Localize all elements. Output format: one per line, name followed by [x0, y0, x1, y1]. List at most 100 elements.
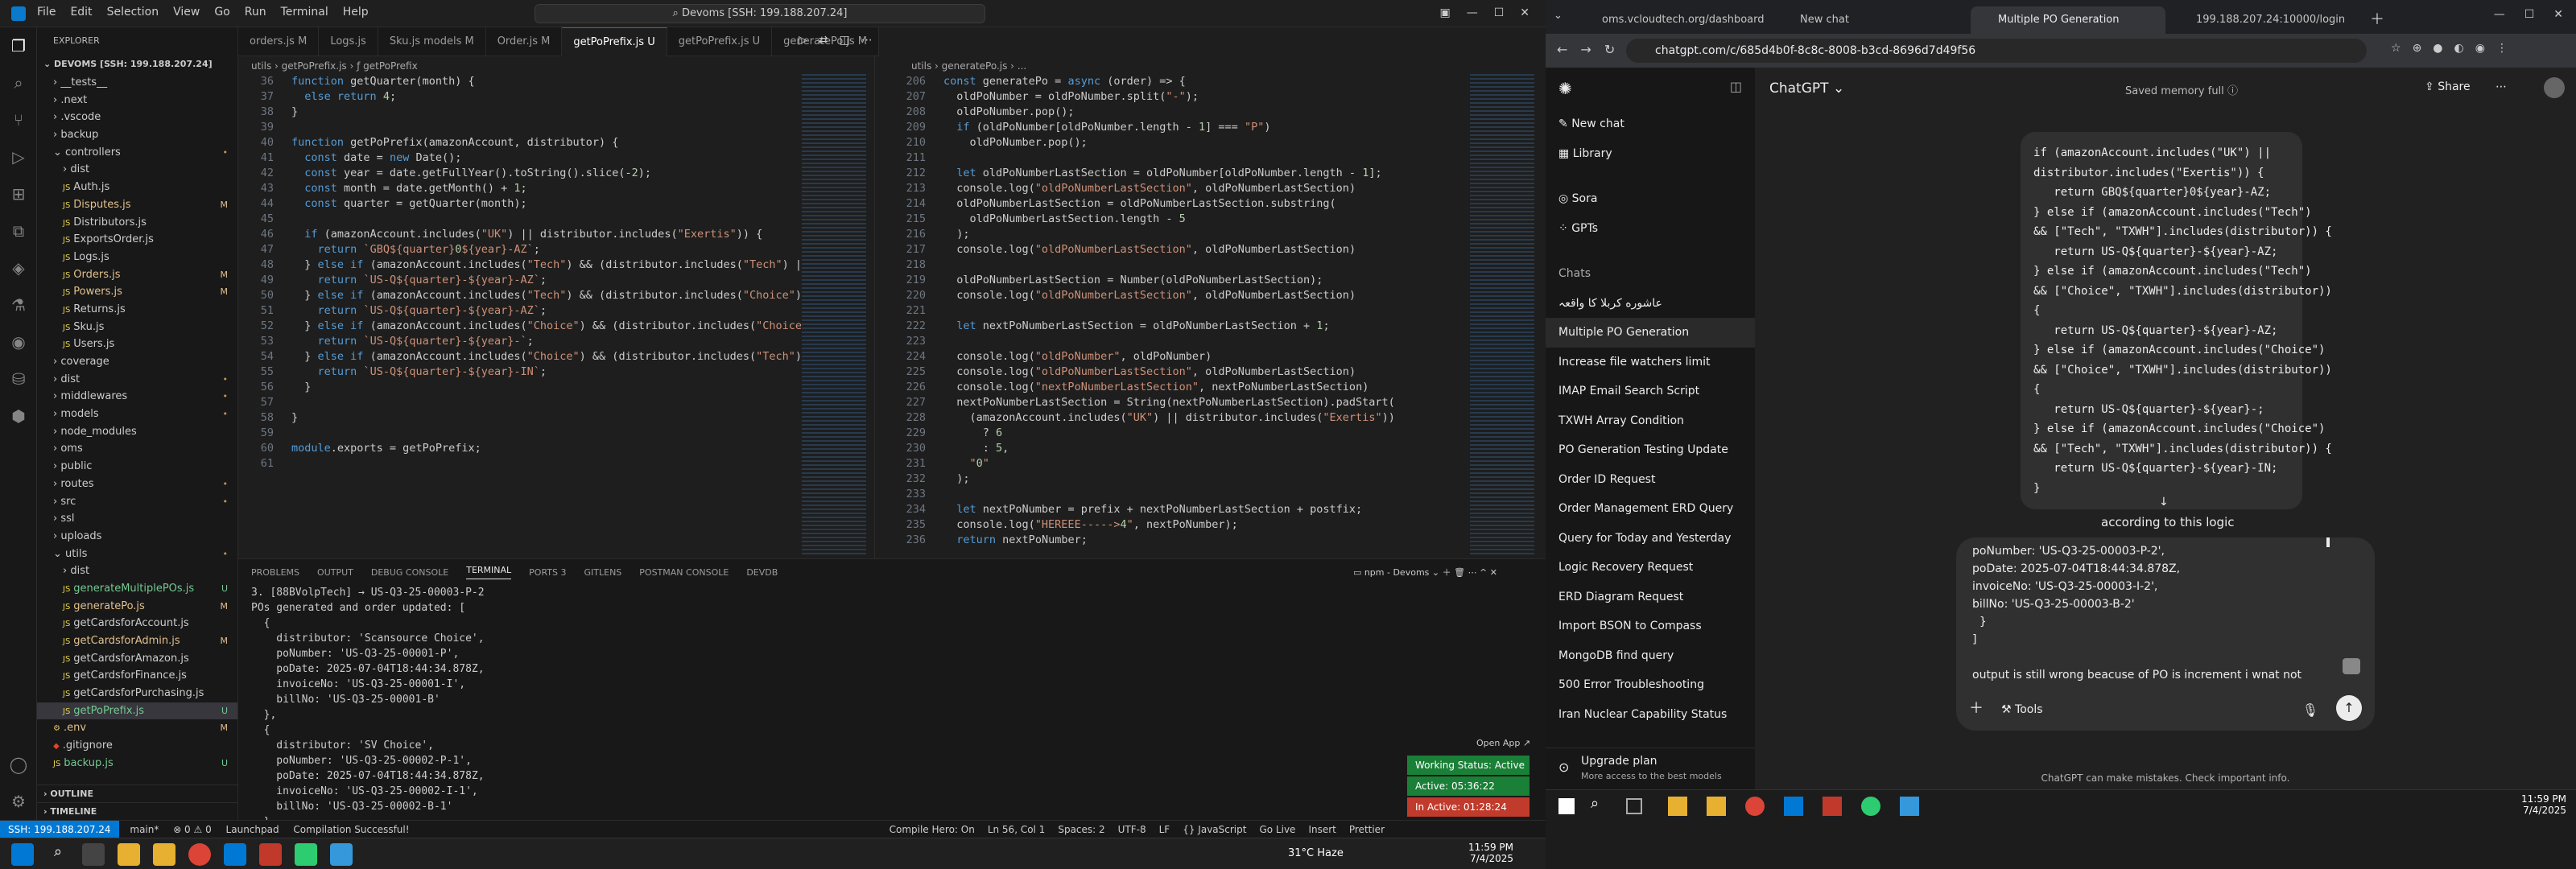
- extension-icon[interactable]: ◐: [2454, 42, 2464, 55]
- chat-history-item[interactable]: Query for Today and Yesterday: [1546, 524, 1755, 554]
- sora-button[interactable]: ◎ Sora: [1546, 184, 1755, 214]
- upgrade-plan-button[interactable]: ⊙ Upgrade plan More access to the best m…: [1546, 748, 1755, 789]
- task-view-icon[interactable]: [1626, 798, 1642, 814]
- menu-item-file[interactable]: File: [37, 6, 56, 19]
- status-item[interactable]: Ln 56, Col 1: [988, 821, 1046, 838]
- editor-tab[interactable]: orders.js M: [238, 27, 320, 56]
- terminal-output[interactable]: 3. [88BVolpTech] → US-Q3-25-00003-P-2 POs…: [238, 585, 1546, 830]
- chat-history-item[interactable]: Increase file watchers limit: [1546, 348, 1755, 377]
- avatar[interactable]: [2544, 77, 2565, 98]
- search-icon[interactable]: ⌕: [47, 843, 69, 866]
- menu-item-run[interactable]: Run: [245, 6, 266, 19]
- status-item[interactable]: Spaces: 2: [1058, 821, 1104, 838]
- new-chat-button[interactable]: ✎ New chat: [1546, 109, 1755, 139]
- file-item[interactable]: JS getCardsforPurchasing.js: [37, 685, 237, 702]
- chat-history-item[interactable]: Iran Nuclear Capability Status: [1546, 700, 1755, 730]
- menu-icon[interactable]: ⋮: [2496, 42, 2508, 55]
- extensions-icon[interactable]: ⊞: [0, 175, 37, 212]
- send-button[interactable]: ↑: [2336, 695, 2362, 721]
- file-item[interactable]: JS ExportsOrder.js: [37, 231, 237, 249]
- bookmark-star-icon[interactable]: ☆: [2391, 42, 2401, 55]
- file-item[interactable]: ⚙ .env M: [37, 719, 237, 737]
- file-item[interactable]: JS Powers.js M: [37, 283, 237, 301]
- gpts-button[interactable]: ⁘ GPTs: [1546, 214, 1755, 244]
- vscode-taskbar-icon[interactable]: [1784, 797, 1803, 816]
- git-branch[interactable]: main*: [130, 824, 159, 835]
- menu-item-help[interactable]: Help: [343, 6, 369, 19]
- folder-item[interactable]: › .next: [37, 92, 237, 109]
- launchpad[interactable]: Launchpad: [226, 824, 279, 835]
- extension-icon[interactable]: ●: [2433, 42, 2442, 55]
- folder-item[interactable]: › uploads: [37, 528, 237, 546]
- menu-item-view[interactable]: View: [173, 6, 200, 19]
- editor-split-divider[interactable]: [874, 56, 875, 558]
- file-item[interactable]: JS Disputes.js M: [37, 196, 237, 214]
- outline-section[interactable]: › OUTLINE: [37, 785, 238, 802]
- chat-history-item[interactable]: Multiple PO Generation: [1546, 318, 1755, 348]
- docker-icon[interactable]: ⬢: [0, 397, 37, 434]
- file-item[interactable]: JS getCardsforAdmin.js M: [37, 632, 237, 650]
- model-selector[interactable]: ChatGPT ⌄: [1769, 80, 1844, 97]
- file-item[interactable]: JS getPoPrefix.js U: [37, 702, 237, 720]
- minimize-icon[interactable]: —: [1467, 6, 1478, 19]
- clock[interactable]: 11:59 PM 7/4/2025: [1449, 842, 1513, 864]
- task-view-icon[interactable]: [82, 843, 105, 866]
- filezilla-icon[interactable]: [259, 843, 282, 866]
- panel-tab-terminal[interactable]: TERMINAL: [466, 565, 512, 579]
- status-item[interactable]: Insert: [1308, 821, 1335, 838]
- folder-item[interactable]: › oms: [37, 440, 237, 458]
- problems-count[interactable]: ⊗ 0 ⚠ 0: [173, 824, 212, 835]
- timeline-section[interactable]: › TIMELINE: [37, 802, 238, 820]
- file-item[interactable]: JS Auth.js: [37, 179, 237, 196]
- openai-logo-icon[interactable]: ✺: [1558, 79, 1572, 98]
- panel-tab-postman[interactable]: POSTMAN CONSOLE: [639, 567, 729, 578]
- app-icon[interactable]: [1861, 797, 1880, 816]
- file-item[interactable]: JS Logs.js: [37, 249, 237, 266]
- editor-tab[interactable]: Order.js M: [486, 27, 563, 56]
- folder-item[interactable]: ⌄ controllers •: [37, 144, 237, 162]
- library-button[interactable]: ▦ Library: [1546, 139, 1755, 169]
- weather[interactable]: 31°C Haze: [1288, 847, 1344, 859]
- menu-item-edit[interactable]: Edit: [70, 6, 92, 19]
- share-button[interactable]: ⇪ Share: [2425, 80, 2471, 93]
- back-icon[interactable]: ←: [1557, 42, 1567, 57]
- file-item[interactable]: ◆ .gitignore: [37, 737, 237, 755]
- folder-item[interactable]: › routes •: [37, 476, 237, 493]
- chat-history-item[interactable]: Import BSON to Compass: [1546, 612, 1755, 641]
- file-item[interactable]: JS Orders.js M: [37, 266, 237, 284]
- folder-item[interactable]: › src •: [37, 493, 237, 511]
- store-icon[interactable]: [153, 843, 175, 866]
- chrome-icon[interactable]: [188, 843, 211, 866]
- file-item[interactable]: JS getCardsforFinance.js: [37, 667, 237, 685]
- minimap[interactable]: [1470, 74, 1534, 557]
- status-item[interactable]: Compile Hero: On: [890, 821, 975, 838]
- editor-tab[interactable]: getPoPrefix.js U: [667, 27, 773, 56]
- more-options-icon[interactable]: ⋯: [2496, 80, 2507, 93]
- status-item[interactable]: LF: [1159, 821, 1170, 838]
- windows-start-icon[interactable]: [11, 843, 34, 866]
- file-item[interactable]: JS Distributors.js: [37, 214, 237, 232]
- search-icon[interactable]: ⌕: [0, 64, 37, 101]
- account-icon[interactable]: ◯: [0, 746, 37, 783]
- code-editor-right[interactable]: 206 const generatePo = async (order) => {…: [890, 74, 1470, 548]
- testing-icon[interactable]: ⚗: [0, 286, 37, 323]
- panel-tab-ports[interactable]: PORTS 3: [529, 567, 566, 578]
- remote-indicator[interactable]: SSH: 199.188.207.24: [0, 821, 119, 838]
- workspace-root[interactable]: ⌄ DEVOMS [SSH: 199.188.207.24]: [37, 55, 237, 74]
- folder-item[interactable]: › dist: [37, 161, 237, 179]
- source-control-icon[interactable]: ⑂: [0, 101, 37, 138]
- folder-item[interactable]: › coverage: [37, 353, 237, 371]
- status-item[interactable]: Go Live: [1259, 821, 1295, 838]
- file-item[interactable]: JS Returns.js: [37, 301, 237, 319]
- close-icon[interactable]: ✕: [2553, 8, 2563, 21]
- store-icon[interactable]: [1707, 797, 1726, 816]
- menu-item-terminal[interactable]: Terminal: [281, 6, 328, 19]
- forward-icon[interactable]: →: [1580, 42, 1591, 57]
- chat-history-item[interactable]: TXWH Array Condition: [1546, 406, 1755, 436]
- folder-item[interactable]: › ssl: [37, 510, 237, 528]
- editor-tab[interactable]: Logs.js: [319, 27, 378, 56]
- open-app-button[interactable]: Open App ↗: [1476, 738, 1530, 748]
- microphone-icon[interactable]: 🎙: [2302, 702, 2318, 718]
- panel-tab-output[interactable]: OUTPUT: [317, 567, 353, 578]
- file-item[interactable]: JS backup.js U: [37, 755, 237, 772]
